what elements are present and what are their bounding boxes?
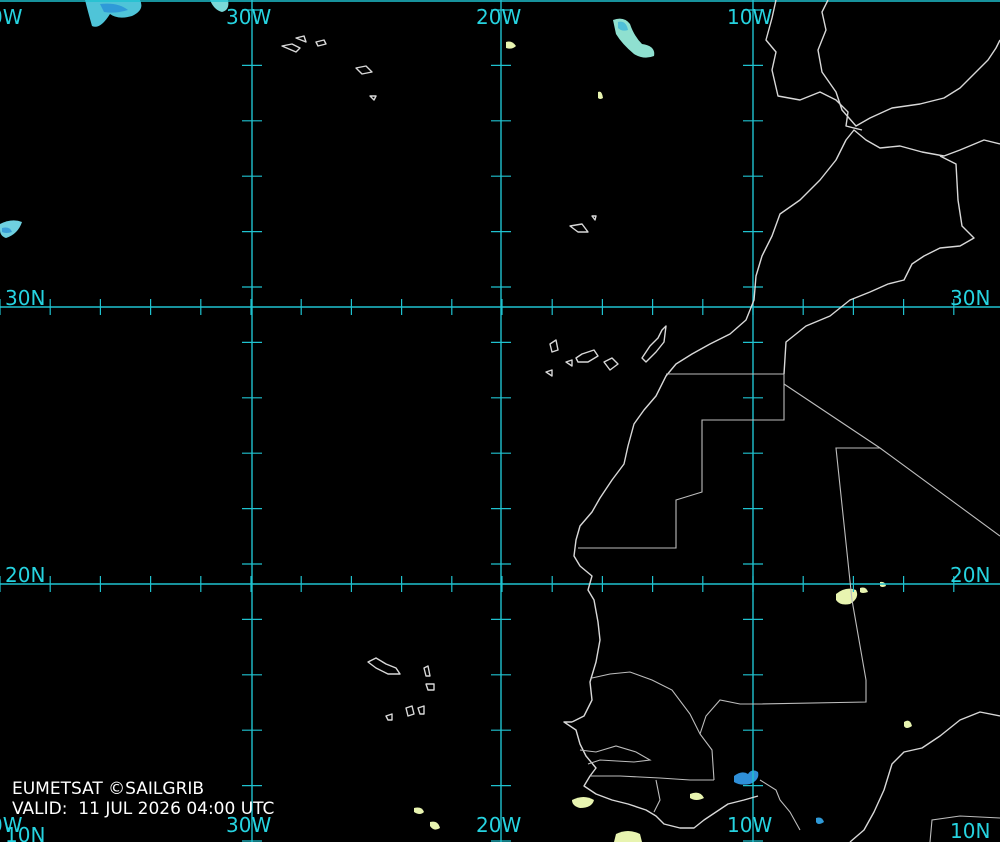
lat-label-left-30n: 30N	[5, 286, 45, 310]
credit-caption: EUMETSAT ©SAILGRIB	[12, 779, 205, 799]
lat-label-right-10n: 10N	[950, 819, 990, 842]
lat-label-left-20n: 20N	[5, 563, 45, 587]
lat-label-left-10n: 10N	[5, 823, 45, 842]
lon-label-bottom-20w: 20W	[476, 813, 521, 837]
lat-label-right-20n: 20N	[950, 563, 990, 587]
lon-label-bottom-10w: 10W	[727, 813, 772, 837]
lon-label-top-10w: 10W	[727, 5, 772, 29]
lon-label-top-0w: 0W	[0, 5, 23, 29]
lon-label-top-30w: 30W	[226, 5, 271, 29]
lon-label-top-20w: 20W	[476, 5, 521, 29]
satellite-map: 0W 30W 20W 10W 30N 30N 20N 20N 0W 10N 30…	[0, 0, 1000, 842]
valid-time-caption: VALID: 11 JUL 2026 04:00 UTC	[12, 799, 275, 819]
lat-label-right-30n: 30N	[950, 286, 990, 310]
